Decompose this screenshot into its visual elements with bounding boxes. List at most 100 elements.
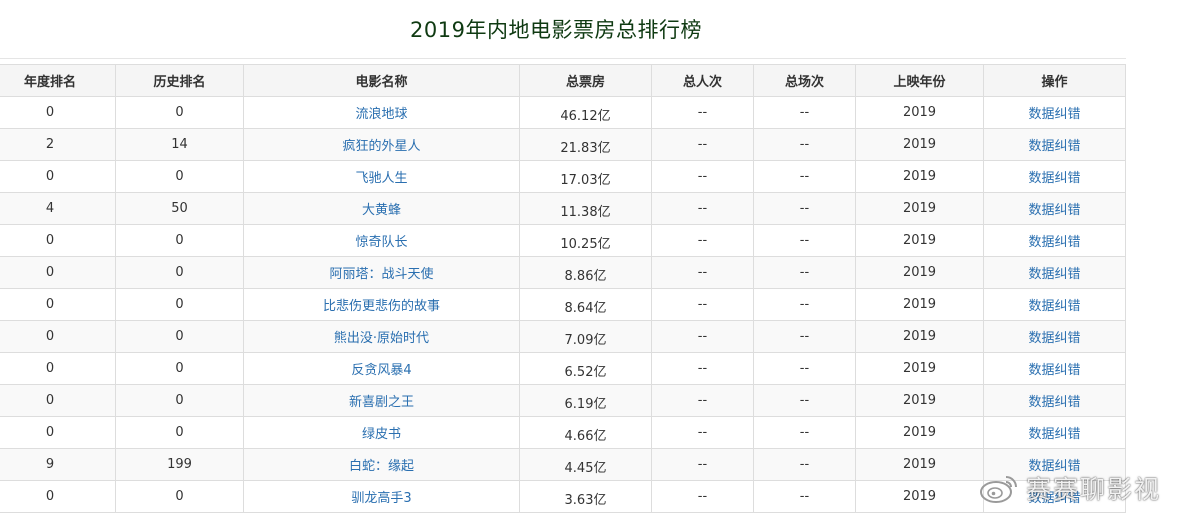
- table-row: 0 0 比悲伤更悲伤的故事 8.64亿 -- -- 2019 数据纠错: [0, 288, 1126, 321]
- table-row: 0 0 绿皮书 4.66亿 -- -- 2019 数据纠错: [0, 416, 1126, 449]
- table-cell: 比悲伤更悲伤的故事: [243, 288, 520, 321]
- cell-admissions: --: [697, 137, 708, 152]
- table-row: 4 50 大黄蜂 11.38亿 -- -- 2019 数据纠错: [0, 192, 1126, 225]
- header-release-year: 上映年份: [855, 64, 984, 97]
- table-cell: 0: [0, 384, 116, 417]
- data-correction-link[interactable]: 数据纠错: [1028, 267, 1080, 282]
- gross-unit: 亿: [597, 205, 611, 220]
- table-row: 0 0 飞驰人生 17.03亿 -- -- 2019 数据纠错: [0, 160, 1126, 193]
- data-correction-link[interactable]: 数据纠错: [1028, 331, 1080, 346]
- movie-name-link[interactable]: 流浪地球: [355, 107, 407, 122]
- movie-name-link[interactable]: 白蛇：缘起: [349, 459, 414, 474]
- table-cell: 11.38亿: [519, 192, 652, 225]
- table-cell: 数据纠错: [983, 96, 1126, 129]
- table-cell: --: [753, 480, 856, 513]
- cell-year-rank: 4: [45, 201, 55, 216]
- table-cell: 0: [0, 160, 116, 193]
- cell-release-year: 2019: [902, 457, 937, 472]
- table-cell: 2019: [855, 352, 984, 385]
- data-correction-link[interactable]: 数据纠错: [1028, 395, 1080, 410]
- watermark-text: 赛赛聊影视: [1026, 475, 1162, 504]
- cell-release-year: 2019: [902, 137, 937, 152]
- gross-value: 8.86亿: [565, 261, 607, 284]
- data-correction-link[interactable]: 数据纠错: [1028, 363, 1080, 378]
- gross-number: 8.64: [564, 301, 594, 316]
- gross-unit: 亿: [597, 109, 611, 124]
- movie-name-link[interactable]: 大黄蜂: [362, 203, 401, 218]
- cell-year-rank: 0: [45, 361, 55, 376]
- cell-year-rank: 0: [45, 489, 55, 504]
- data-correction-link[interactable]: 数据纠错: [1028, 235, 1080, 250]
- table-cell: --: [651, 352, 754, 385]
- table-cell: 数据纠错: [983, 288, 1126, 321]
- cell-shows: --: [799, 265, 810, 280]
- gross-number: 4.45: [564, 461, 594, 476]
- movie-name-link[interactable]: 飞驰人生: [355, 171, 407, 186]
- data-correction-link[interactable]: 数据纠错: [1028, 203, 1080, 218]
- table-cell: 大黄蜂: [243, 192, 520, 225]
- cell-admissions: --: [697, 489, 708, 504]
- movie-name-link[interactable]: 熊出没·原始时代: [334, 331, 429, 346]
- movie-name-link[interactable]: 疯狂的外星人: [342, 139, 420, 154]
- cell-admissions: --: [697, 201, 708, 216]
- table-cell: 7.09亿: [519, 320, 652, 353]
- cell-shows: --: [799, 105, 810, 120]
- gross-value: 17.03亿: [560, 165, 610, 188]
- cell-release-year: 2019: [902, 393, 937, 408]
- table-cell: 0: [115, 256, 244, 289]
- header-history-rank: 历史排名: [115, 64, 244, 97]
- gross-value: 21.83亿: [560, 133, 610, 156]
- cell-admissions: --: [697, 265, 708, 280]
- table-cell: 0: [0, 96, 116, 129]
- table-cell: 0: [0, 480, 116, 513]
- movie-name-link[interactable]: 惊奇队长: [355, 235, 407, 250]
- table-cell: 4: [0, 192, 116, 225]
- table-cell: 2019: [855, 192, 984, 225]
- data-correction-link[interactable]: 数据纠错: [1028, 107, 1080, 122]
- table-row: 9 199 白蛇：缘起 4.45亿 -- -- 2019 数据纠错: [0, 448, 1126, 481]
- table-cell: 绿皮书: [243, 416, 520, 449]
- movie-name-link[interactable]: 阿丽塔：战斗天使: [329, 267, 433, 282]
- gross-number: 11.38: [560, 205, 598, 220]
- gross-unit: 亿: [597, 173, 611, 188]
- data-correction-link[interactable]: 数据纠错: [1028, 171, 1080, 186]
- cell-admissions: --: [697, 393, 708, 408]
- header-action: 操作: [983, 64, 1126, 97]
- gross-value: 4.45亿: [565, 453, 607, 476]
- gross-number: 17.03: [560, 173, 598, 188]
- cell-history-rank: 14: [171, 137, 188, 152]
- data-correction-link[interactable]: 数据纠错: [1028, 427, 1080, 442]
- table-cell: --: [651, 96, 754, 129]
- table-cell: 数据纠错: [983, 352, 1126, 385]
- movie-name-link[interactable]: 绿皮书: [362, 427, 401, 442]
- cell-year-rank: 0: [45, 393, 55, 408]
- movie-name-link[interactable]: 反贪风暴4: [351, 363, 411, 378]
- table-cell: 0: [115, 224, 244, 257]
- movie-name-link[interactable]: 比悲伤更悲伤的故事: [323, 299, 440, 314]
- table-cell: 2019: [855, 384, 984, 417]
- movie-name-link[interactable]: 驯龙高手3: [351, 491, 411, 506]
- table-cell: --: [753, 288, 856, 321]
- table-cell: 0: [0, 416, 116, 449]
- table-cell: 50: [115, 192, 244, 225]
- data-correction-link[interactable]: 数据纠错: [1028, 299, 1080, 314]
- movie-name-link[interactable]: 新喜剧之王: [349, 395, 414, 410]
- table-cell: 数据纠错: [983, 192, 1126, 225]
- table-cell: --: [753, 224, 856, 257]
- table-cell: 2: [0, 128, 116, 161]
- cell-shows: --: [799, 393, 810, 408]
- table-cell: 2019: [855, 288, 984, 321]
- table-cell: 0: [0, 320, 116, 353]
- table-cell: --: [651, 256, 754, 289]
- gross-value: 8.64亿: [565, 293, 607, 316]
- cell-history-rank: 0: [175, 361, 184, 376]
- header-shows: 总场次: [753, 64, 856, 97]
- cell-shows: --: [799, 489, 810, 504]
- data-correction-link[interactable]: 数据纠错: [1028, 139, 1080, 154]
- cell-year-rank: 0: [45, 233, 55, 248]
- gross-number: 6.52: [564, 365, 594, 380]
- cell-release-year: 2019: [902, 233, 937, 248]
- table-row: 0 0 惊奇队长 10.25亿 -- -- 2019 数据纠错: [0, 224, 1126, 257]
- cell-release-year: 2019: [902, 265, 937, 280]
- table-cell: 0: [0, 224, 116, 257]
